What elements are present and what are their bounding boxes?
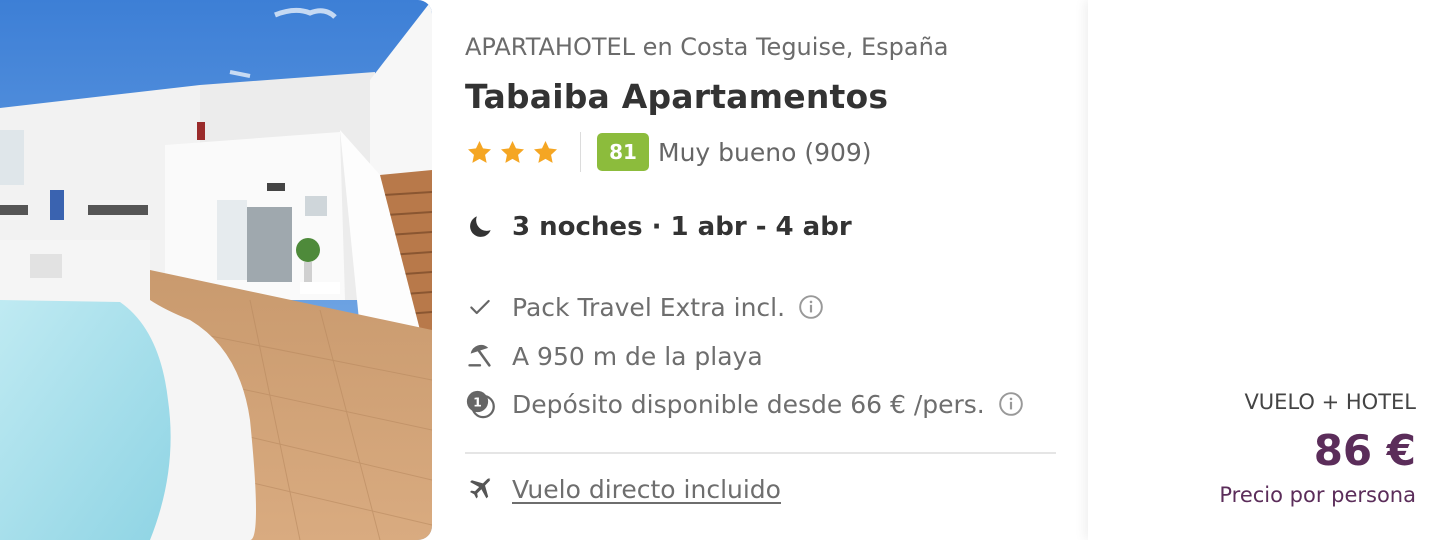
- star-icon: [468, 140, 491, 163]
- score-text[interactable]: Muy bueno (909): [658, 138, 872, 167]
- airplane-icon: [465, 474, 495, 504]
- direct-flight-link[interactable]: Vuelo directo incluido: [512, 475, 781, 504]
- hotel-photo[interactable]: [0, 0, 432, 540]
- stay-summary: 3 noches · 1 abr - 4 abr: [465, 212, 852, 242]
- check-icon: [465, 292, 495, 322]
- price-amount: 86 €: [1313, 426, 1416, 475]
- svg-text:1: 1: [473, 395, 482, 410]
- hotel-name[interactable]: Tabaiba Apartamentos: [465, 77, 888, 116]
- feature-pack-travel: Pack Travel Extra incl.: [465, 292, 825, 322]
- flight-info: Vuelo directo incluido: [465, 474, 781, 504]
- info-icon[interactable]: [797, 293, 825, 321]
- price-per-person-label: Precio por persona: [1219, 483, 1416, 507]
- info-icon[interactable]: [997, 390, 1025, 418]
- rating-row: 81 Muy bueno (909): [465, 132, 872, 172]
- feature-deposit: 1 Depósito disponible desde 66 € /pers.: [465, 389, 1025, 419]
- star-icon: [501, 140, 524, 163]
- hotel-info: APARTAHOTEL en Costa Teguise, España Tab…: [465, 0, 1065, 540]
- hotel-category-location: APARTAHOTEL en Costa Teguise, España: [465, 33, 949, 61]
- star-icon: [534, 140, 557, 163]
- deposit-coin-icon: 1: [465, 389, 495, 419]
- feature-beach-distance: A 950 m de la playa: [465, 341, 763, 371]
- moon-icon: [465, 212, 495, 242]
- package-type-label: VUELO + HOTEL: [1244, 390, 1416, 414]
- rating-divider: [580, 132, 581, 172]
- price-panel[interactable]: VUELO + HOTEL 86 € Precio por persona: [1088, 0, 1446, 540]
- beach-umbrella-icon: [465, 341, 495, 371]
- score-badge: 81: [597, 133, 649, 171]
- section-divider: [465, 452, 1056, 454]
- feature-label: Pack Travel Extra incl.: [512, 292, 786, 322]
- feature-label: Depósito disponible desde 66 € /pers.: [512, 389, 985, 419]
- stay-dates: 3 noches · 1 abr - 4 abr: [512, 212, 852, 242]
- feature-label: A 950 m de la playa: [512, 341, 763, 371]
- star-rating: [465, 138, 560, 167]
